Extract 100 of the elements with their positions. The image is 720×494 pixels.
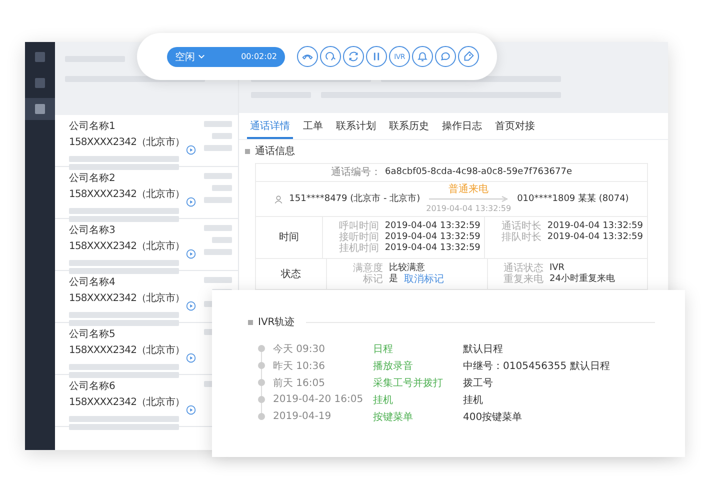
call-type: 普通来电 xyxy=(448,184,489,195)
section-title: 通话信息 xyxy=(255,144,295,158)
contact-item[interactable]: 公司名称3 158XXXX2342（北京市） xyxy=(55,219,238,271)
phone-number: 158XXXX2342（北京市） xyxy=(69,136,186,149)
company-name: 公司名称4 xyxy=(69,276,116,289)
tab[interactable]: 操作日志 xyxy=(439,115,485,139)
field-value: 2019-04-04 13:32:59 xyxy=(384,243,480,254)
tab[interactable]: 联系计划 xyxy=(333,115,379,139)
caret-icon xyxy=(198,54,205,59)
skeleton-bar xyxy=(204,277,232,283)
tab[interactable]: 通话详情 xyxy=(247,115,293,139)
field-label: 通话时长 xyxy=(500,221,542,232)
field-value: 2019-04-04 13:32:59 xyxy=(547,232,643,243)
play-icon[interactable] xyxy=(186,197,196,207)
event-detail: 中继号：0105456355 默认日程 xyxy=(463,360,610,372)
event-detail: 默认日程 xyxy=(463,342,503,356)
refresh-button[interactable] xyxy=(343,46,364,67)
bell-icon xyxy=(416,50,429,63)
arrow-icon xyxy=(428,196,509,202)
field-label: 重复来电 xyxy=(502,274,544,285)
field-value: 24小时重复来电 xyxy=(550,274,615,285)
timeline-dot xyxy=(258,345,265,352)
event-action: 按键菜单 xyxy=(373,410,414,424)
event-time: 2019-04-19 xyxy=(273,411,332,422)
event-detail: 挂机 xyxy=(463,394,483,406)
row-label: 状态 xyxy=(256,259,327,289)
phone-number: 158XXXX2342（北京市） xyxy=(69,344,186,357)
hangup-button[interactable] xyxy=(297,46,318,67)
field-label: 排队时长 xyxy=(500,232,542,243)
company-name: 公司名称5 xyxy=(69,328,116,341)
event-action: 挂机 xyxy=(373,394,394,406)
event-detail: 拨工号 xyxy=(463,376,493,390)
event-detail: 400按键菜单 xyxy=(463,410,522,424)
phone-number: 158XXXX2342（北京市） xyxy=(69,396,186,409)
company-name: 公司名称3 xyxy=(69,224,116,237)
field-label: 通话编号： xyxy=(331,167,382,178)
bullet-icon xyxy=(248,320,253,324)
company-name: 公司名称2 xyxy=(69,172,116,185)
call-time: 2019-04-04 13:32:59 xyxy=(426,203,512,214)
field-value: IVR xyxy=(550,263,565,274)
call-timer: 00:02:02 xyxy=(241,52,277,61)
square-icon xyxy=(35,78,45,88)
company-name: 公司名称6 xyxy=(69,380,116,393)
event-time: 今天 09:30 xyxy=(273,342,326,356)
refresh-icon xyxy=(347,50,360,63)
tag-button[interactable] xyxy=(458,46,479,67)
chat-button[interactable] xyxy=(435,46,456,67)
person-icon xyxy=(274,194,284,204)
field-value: 2019-04-04 13:32:59 xyxy=(547,221,643,232)
play-icon[interactable] xyxy=(186,301,196,311)
tag-icon xyxy=(462,50,475,63)
phone-number: 158XXXX2342（北京市） xyxy=(69,292,186,305)
skeleton-bar xyxy=(204,173,232,179)
event-time: 2019-04-20 16:05 xyxy=(273,394,364,405)
timeline-dot xyxy=(258,379,265,386)
event-action: 采集工号并拨打 xyxy=(373,376,444,390)
square-icon xyxy=(35,52,45,62)
field-value: 2019-04-04 13:32:59 xyxy=(384,221,480,232)
pause-button[interactable] xyxy=(366,46,387,67)
event-time: 前天 16:05 xyxy=(273,376,326,390)
field-label: 呼叫时间 xyxy=(338,221,379,232)
call-id: 6a8cbf05-8cda-4c98-a0c8-59e7f763677e xyxy=(385,167,572,178)
return-arrow-icon xyxy=(324,50,337,63)
field-label: 通话状态 xyxy=(502,263,544,274)
bullet-icon xyxy=(245,148,250,154)
play-icon[interactable] xyxy=(186,405,196,415)
event-action: 日程 xyxy=(373,342,394,356)
field-value: 比较满意 xyxy=(389,263,425,274)
row-label: 时间 xyxy=(256,217,323,258)
field-label: 标记 xyxy=(362,274,383,285)
tab[interactable]: 联系历史 xyxy=(386,115,432,139)
event-action: 播放录音 xyxy=(373,360,414,372)
phone-number: 158XXXX2342（北京市） xyxy=(69,240,186,253)
company-name: 公司名称1 xyxy=(69,120,116,133)
play-icon[interactable] xyxy=(186,353,196,363)
play-icon[interactable] xyxy=(186,249,196,259)
chat-icon xyxy=(439,50,452,63)
play-icon[interactable] xyxy=(186,145,196,155)
transfer-button[interactable] xyxy=(320,46,341,67)
field-label: 满意度 xyxy=(352,263,383,274)
skeleton-bar xyxy=(204,225,232,231)
field-label: 挂机时间 xyxy=(338,243,379,254)
phone-number: 158XXXX2342（北京市） xyxy=(69,188,186,201)
square-icon xyxy=(35,104,45,114)
skeleton-bar xyxy=(204,197,232,203)
skeleton-bar xyxy=(204,145,232,151)
callee-number: 010****1809 某某 (8074) xyxy=(517,194,629,204)
contact-item[interactable]: 公司名称2 158XXXX2342（北京市） xyxy=(55,167,238,219)
skeleton-bar xyxy=(212,185,232,191)
field-label: 接听时间 xyxy=(338,232,379,243)
tab[interactable]: 工单 xyxy=(300,115,326,139)
nav-item[interactable] xyxy=(25,98,55,120)
contact-item[interactable]: 公司名称1 158XXXX2342（北京市） xyxy=(55,115,238,167)
skeleton-bar xyxy=(212,133,232,139)
tab[interactable]: 首页对接 xyxy=(492,115,538,139)
skeleton-bar xyxy=(204,121,232,127)
timeline-dot xyxy=(258,413,265,420)
bell-button[interactable] xyxy=(412,46,433,67)
caller-number: 151****8479 (北京市 - 北京市) xyxy=(289,194,420,204)
timeline-dot xyxy=(258,362,265,369)
